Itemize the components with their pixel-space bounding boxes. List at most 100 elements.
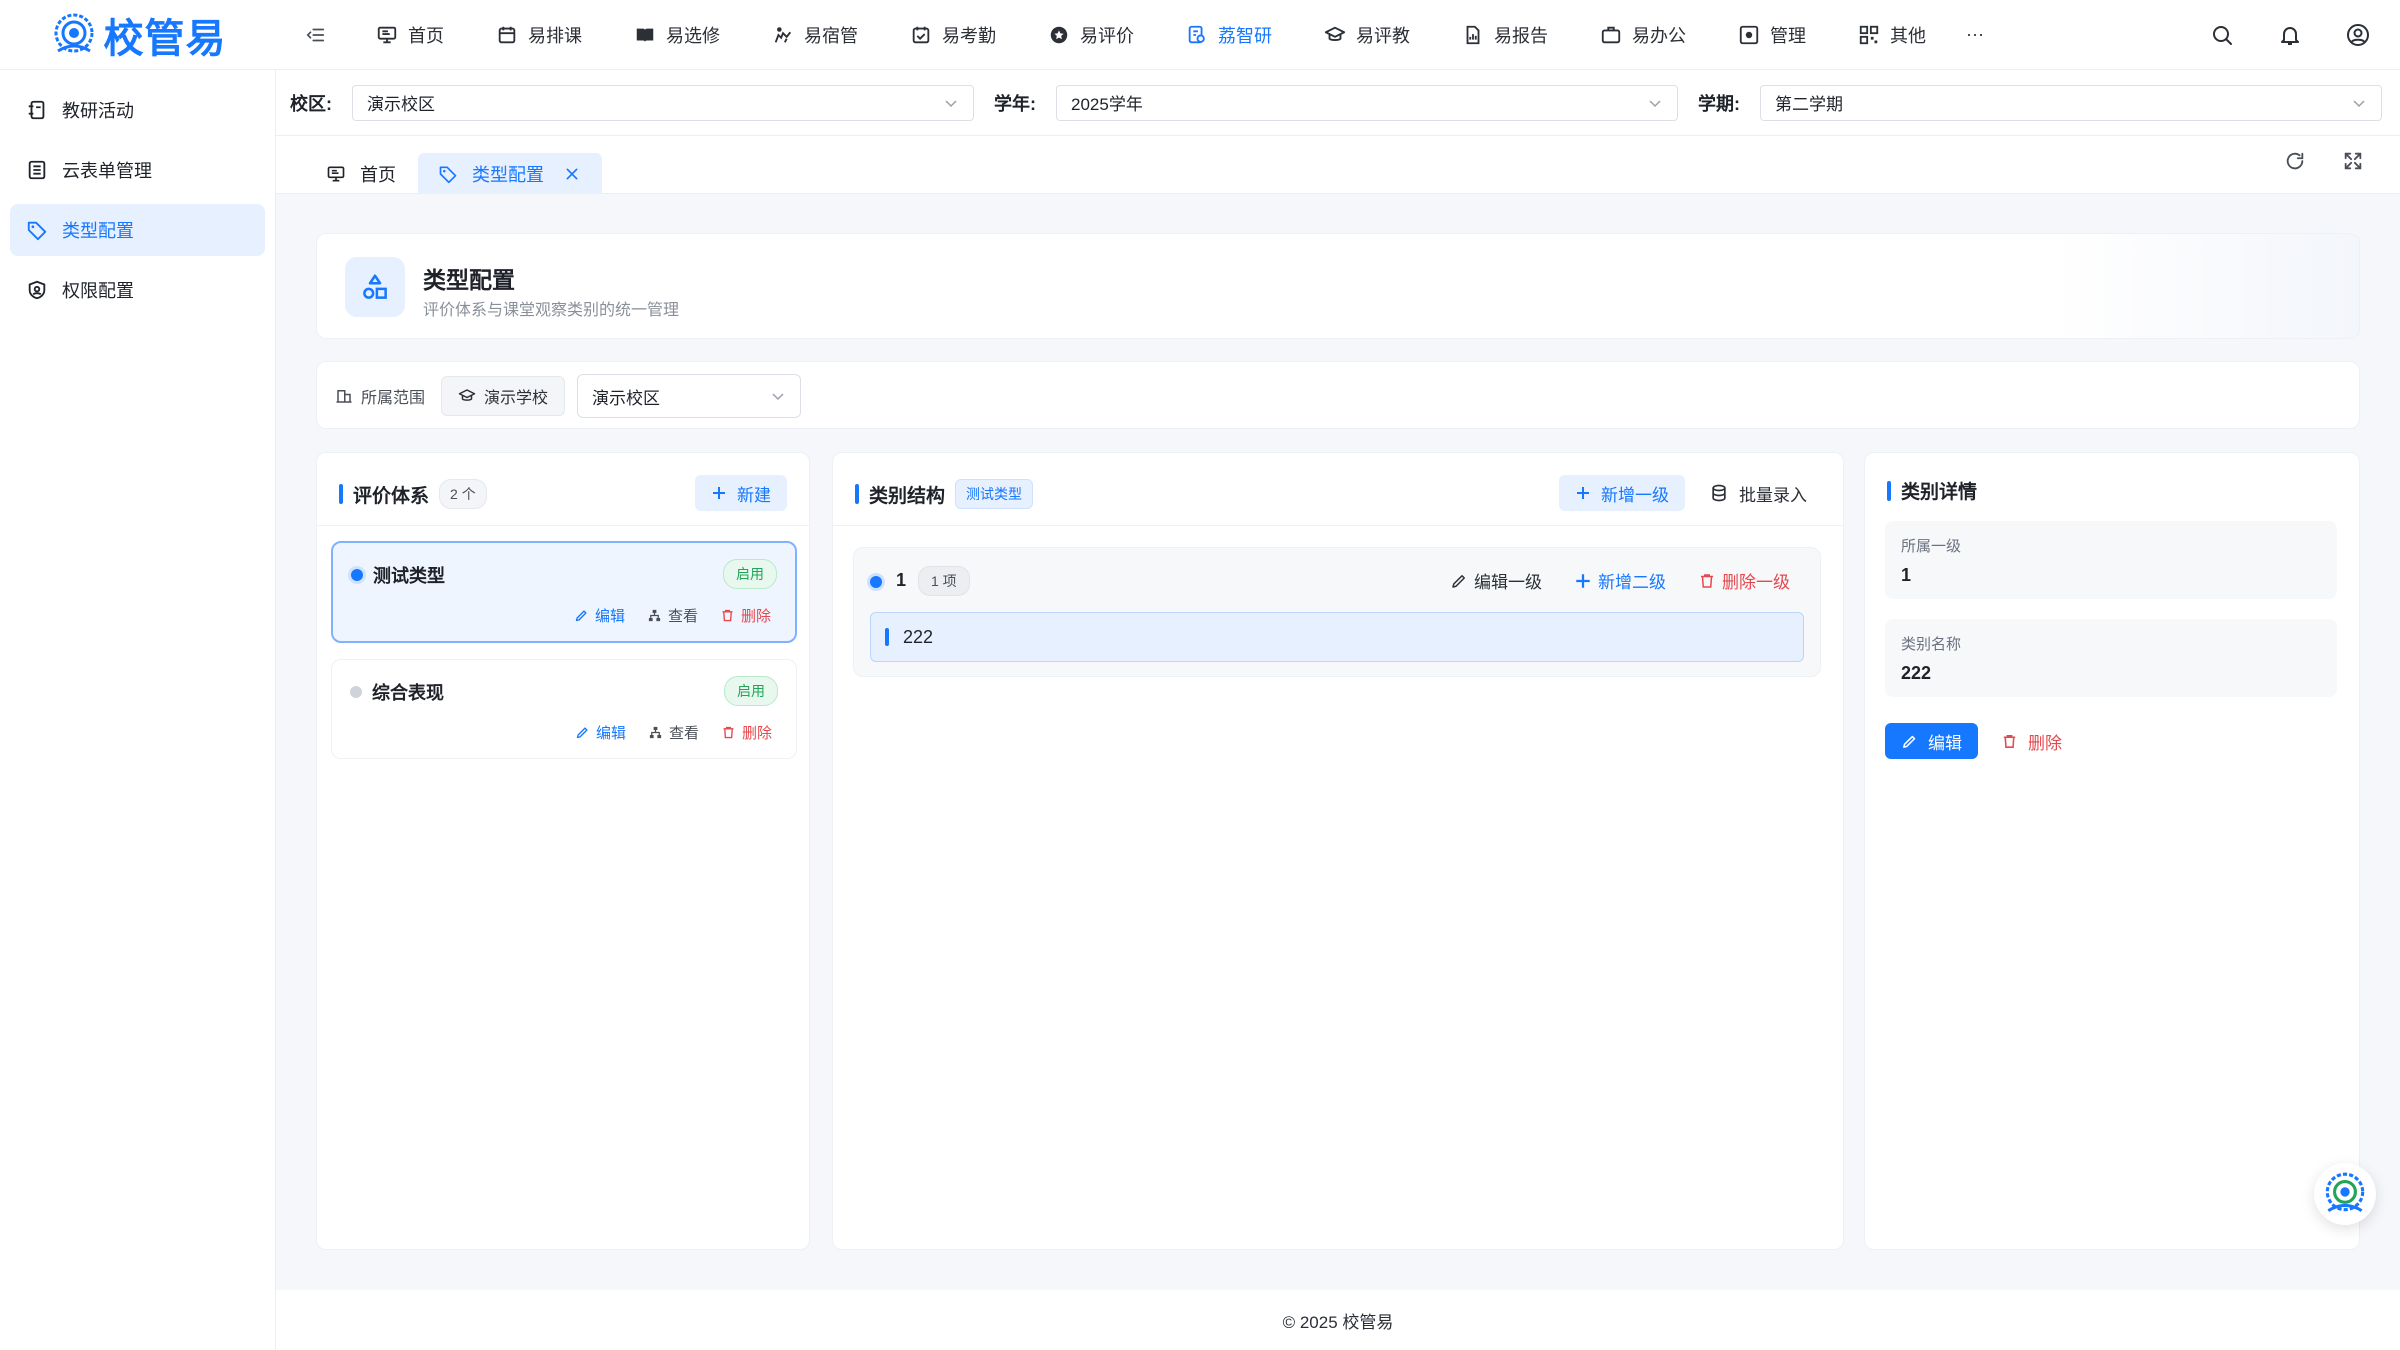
collapse-menu-button[interactable] <box>296 15 336 55</box>
sidebar-item-research-activity[interactable]: 教研活动 <box>10 84 265 136</box>
sidebar-item-label: 类型配置 <box>62 221 134 241</box>
nav-item-label: 易办公 <box>1632 25 1686 46</box>
tab-type-config[interactable]: 类型配置 <box>418 153 602 194</box>
sidebar-item-type-config[interactable]: 类型配置 <box>10 204 265 256</box>
nav-item-research[interactable]: 荔智研 <box>1160 0 1298 70</box>
filter-bar: 校区: 演示校区 学年: 2025学年 学期: 第二学期 <box>276 70 2400 136</box>
pencil-icon <box>1903 735 1916 748</box>
activity-icon <box>28 100 45 120</box>
fullscreen-icon[interactable] <box>2342 150 2364 172</box>
nav-item-report[interactable]: 易报告 <box>1436 0 1574 70</box>
add-level1-button[interactable]: 新增一级 <box>1559 475 1685 511</box>
eval-item-selected[interactable]: 测试类型 启用 编辑 查看 删除 <box>331 541 797 643</box>
level2-item[interactable]: 222 <box>870 612 1804 662</box>
action-label: 新增二级 <box>1598 573 1666 592</box>
tag-icon <box>439 166 457 183</box>
delete-category-button[interactable]: 删除 <box>2001 723 2062 759</box>
top-actions <box>2210 0 2370 70</box>
detail-panel-header: 类别详情 <box>1887 477 1977 504</box>
briefcase-icon <box>1601 26 1621 43</box>
page-tab-bar: 首页 类型配置 <box>276 136 2400 194</box>
action-label: 编辑一级 <box>1474 573 1542 592</box>
nav-item-teach-eval[interactable]: 易评教 <box>1298 0 1436 70</box>
child-accent-bar <box>885 628 889 646</box>
field-value: 222 <box>1901 663 1932 683</box>
eval-item-actions: 编辑 查看 删除 <box>574 605 771 626</box>
button-label: 新建 <box>737 485 771 505</box>
eval-panel-header: 评价体系 2 个 <box>339 479 487 509</box>
nav-item-schedule[interactable]: 易排课 <box>470 0 608 70</box>
nav-item-other[interactable]: 其他 <box>1832 0 1952 70</box>
scope-campus-select[interactable]: 演示校区 <box>577 374 801 418</box>
edit-button[interactable]: 编辑 <box>574 605 625 626</box>
nav-item-label: 管理 <box>1770 25 1806 46</box>
monitor-icon <box>327 166 345 181</box>
delete-button[interactable]: 删除 <box>720 605 771 626</box>
action-label: 删除一级 <box>1722 573 1790 592</box>
nav-item-label: 首页 <box>408 25 444 46</box>
star-icon <box>1050 26 1068 43</box>
field-value: 1 <box>1901 565 1912 585</box>
sidebar-item-permission[interactable]: 权限配置 <box>10 264 265 316</box>
eval-system-panel: 评价体系 2 个 新建 测试类型 启用 编辑 查看 删除 综合表现 启用 编辑 … <box>316 452 810 1250</box>
research-icon <box>1188 25 1205 43</box>
pencil-icon <box>576 727 588 739</box>
tab-label: 类型配置 <box>472 164 544 185</box>
title-accent-bar <box>1887 480 1891 501</box>
nav-item-home[interactable]: 首页 <box>350 0 470 70</box>
year-select[interactable]: 2025学年 <box>1056 84 1678 121</box>
eval-item-name: 综合表现 <box>372 683 444 703</box>
refresh-icon[interactable] <box>2284 150 2306 172</box>
batch-import-button[interactable]: 批量录入 <box>1709 475 1807 511</box>
eval-item[interactable]: 综合表现 启用 编辑 查看 删除 <box>331 659 797 759</box>
edit-button[interactable]: 编辑 <box>575 722 626 743</box>
close-icon[interactable] <box>564 166 580 182</box>
tab-home[interactable]: 首页 <box>306 153 416 194</box>
chevron-down-icon <box>2353 99 2365 107</box>
delete-level1-button[interactable]: 删除一级 <box>1698 568 1790 593</box>
report-icon <box>1466 25 1480 44</box>
gear-box-icon <box>1739 25 1759 44</box>
logo-emblem-icon <box>54 13 93 52</box>
building-icon <box>336 390 352 403</box>
bell-icon[interactable] <box>2278 23 2302 47</box>
campus-select[interactable]: 演示校区 <box>352 84 974 121</box>
delete-button[interactable]: 删除 <box>721 722 772 743</box>
floating-assistant-button[interactable] <box>2314 1163 2376 1225</box>
category-name-field: 类别名称 222 <box>1885 619 2337 697</box>
edit-category-button[interactable]: 编辑 <box>1885 723 1978 759</box>
app-logo[interactable]: 校管易 <box>0 0 276 70</box>
nav-item-office[interactable]: 易办公 <box>1574 0 1712 70</box>
plus-icon <box>1577 487 1589 499</box>
add-level2-button[interactable]: 新增二级 <box>1574 568 1666 593</box>
search-icon[interactable] <box>2210 23 2234 47</box>
nav-item-dorm[interactable]: 易宿管 <box>746 0 884 70</box>
nav-item-admin[interactable]: 管理 <box>1712 0 1832 70</box>
field-label: 类别名称 <box>1901 636 1962 653</box>
grid-icon <box>1859 25 1879 44</box>
level1-actions: 编辑一级 新增二级 删除一级 <box>1450 568 1790 593</box>
nav-item-elective[interactable]: 易选修 <box>608 0 746 70</box>
view-button[interactable]: 查看 <box>647 605 698 626</box>
nav-item-attendance[interactable]: 易考勤 <box>884 0 1022 70</box>
term-select[interactable]: 第二学期 <box>1760 84 2382 121</box>
category-structure-panel: 类别结构 测试类型 新增一级 批量录入 1 1 项 编辑一级 新增二级 删除一级 <box>832 452 1844 1250</box>
nav-item-evaluation[interactable]: 易评价 <box>1022 0 1160 70</box>
view-button[interactable]: 查看 <box>648 722 699 743</box>
current-type-tag: 测试类型 <box>955 479 1034 509</box>
database-icon <box>1712 484 1726 502</box>
scope-school-chip[interactable]: 演示学校 <box>441 376 566 416</box>
form-icon <box>28 160 46 180</box>
nav-more-button[interactable]: ··· <box>1952 24 1998 45</box>
sidebar-item-cloud-form[interactable]: 云表单管理 <box>10 144 265 196</box>
button-label: 编辑 <box>1928 733 1962 753</box>
edit-level1-button[interactable]: 编辑一级 <box>1450 568 1542 593</box>
divider <box>317 525 809 526</box>
user-avatar-icon[interactable] <box>2346 23 2370 47</box>
new-eval-button[interactable]: 新建 <box>695 475 787 511</box>
plus-icon <box>1576 573 1590 588</box>
page-footer: © 2025 校管易 <box>276 1290 2400 1350</box>
eval-count-badge: 2 个 <box>439 479 487 509</box>
logo-text: 校管易 <box>103 15 227 62</box>
status-badge: 启用 <box>724 676 778 706</box>
